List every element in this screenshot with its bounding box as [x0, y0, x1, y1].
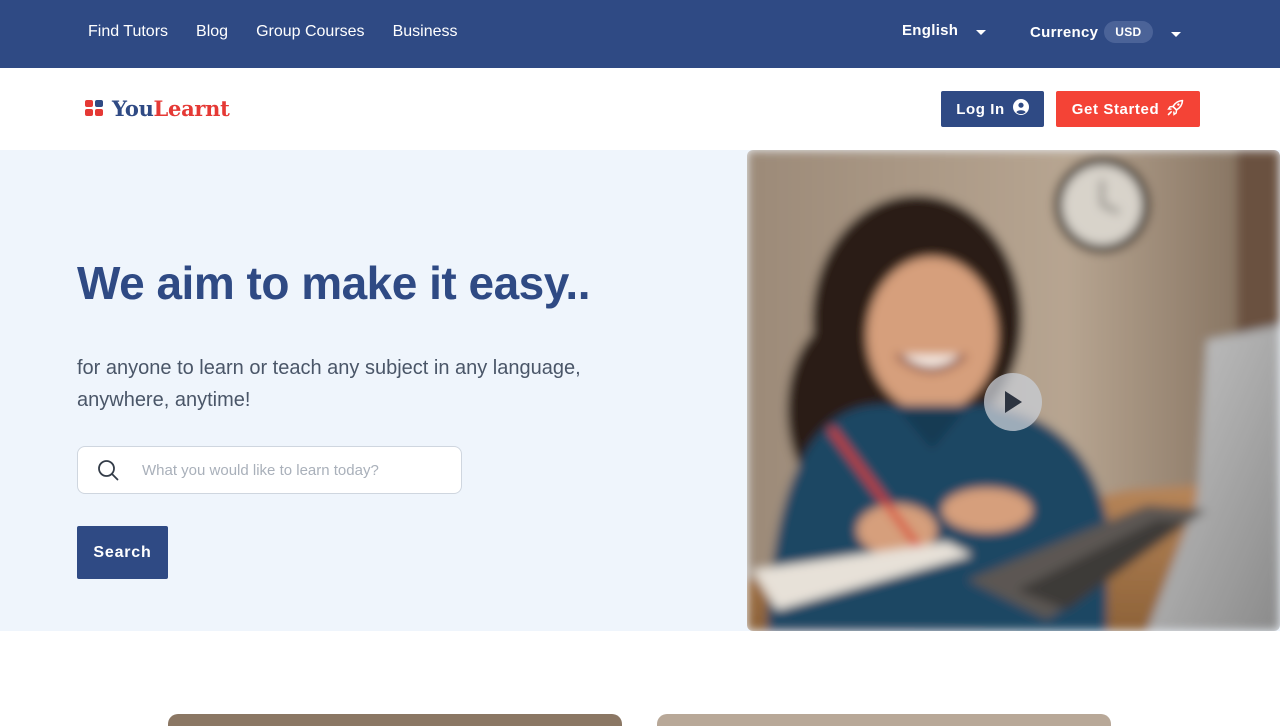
nav-business[interactable]: Business — [393, 22, 458, 42]
login-button[interactable]: Log In — [941, 91, 1044, 127]
search-box — [77, 446, 462, 494]
caret-down-icon — [1170, 31, 1181, 37]
search-icon — [96, 458, 120, 482]
login-label: Log In — [956, 100, 1005, 118]
logo[interactable]: YouLearnt — [85, 96, 230, 121]
logo-text-you: You — [112, 96, 154, 121]
logo-text-learnt: Learnt — [153, 96, 230, 121]
site-header: YouLearnt Log In Get Started — [0, 68, 1280, 150]
get-started-label: Get Started — [1071, 100, 1160, 118]
currency-dropdown[interactable]: Currency USD — [1030, 21, 1181, 43]
nav-blog[interactable]: Blog — [196, 22, 228, 42]
play-icon — [1003, 390, 1023, 414]
top-nav: Find Tutors Blog Group Courses Business — [88, 22, 457, 42]
search-input[interactable] — [142, 461, 442, 479]
get-started-button[interactable]: Get Started — [1056, 91, 1200, 127]
nav-find-tutors[interactable]: Find Tutors — [88, 22, 168, 42]
feature-card-image — [168, 714, 622, 726]
logo-mark-icon — [85, 100, 104, 117]
search-button[interactable]: Search — [77, 526, 168, 579]
user-circle-icon — [1012, 99, 1029, 119]
language-label: English — [902, 22, 959, 39]
hero-title: We aim to make it easy.. — [77, 257, 590, 309]
nav-group-courses[interactable]: Group Courses — [256, 22, 365, 42]
hero-subtitle: for anyone to learn or teach any subject… — [77, 357, 581, 411]
top-nav-bar: Find Tutors Blog Group Courses Business … — [0, 0, 1280, 68]
rocket-icon — [1167, 99, 1184, 120]
hero-video-thumbnail[interactable] — [747, 150, 1280, 631]
logo-text: YouLearnt — [112, 96, 230, 121]
language-dropdown[interactable]: English — [902, 22, 987, 39]
play-button[interactable] — [984, 373, 1042, 431]
currency-label: Currency — [1030, 23, 1099, 41]
currency-badge: USD — [1104, 21, 1153, 43]
feature-card-image — [657, 714, 1111, 726]
caret-down-icon — [976, 30, 987, 35]
